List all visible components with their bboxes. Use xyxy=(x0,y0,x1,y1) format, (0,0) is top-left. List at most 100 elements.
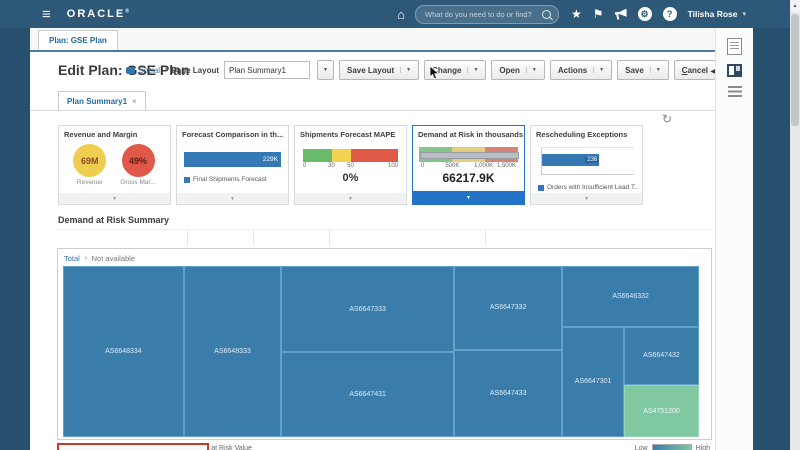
tab-plan-summary1[interactable]: Plan Summary1 × xyxy=(58,91,146,110)
left-margin-strip xyxy=(0,28,30,450)
browser-scrollbar[interactable]: ▲ xyxy=(790,0,800,450)
right-icon-rail xyxy=(715,28,753,450)
tile-rescheduling-exceptions[interactable]: Rescheduling Exceptions 236 Orders with … xyxy=(530,125,643,205)
scrollbar-thumb[interactable] xyxy=(791,14,799,126)
app-content: Plan: GSE Plan Edit Plan: GSE Plan Socia… xyxy=(30,28,716,450)
page-layout-label: * Page Layout xyxy=(165,66,219,75)
dashboard-view-icon[interactable] xyxy=(727,64,742,77)
global-search[interactable] xyxy=(415,5,559,24)
save-button[interactable]: Save ▼ xyxy=(617,60,669,80)
mape-gauge xyxy=(303,149,398,162)
treemap-node[interactable]: AS6648334 xyxy=(63,266,184,437)
tile-demand-at-risk[interactable]: Demand at Risk in thousands 0 500K 1,000… xyxy=(412,125,525,205)
page-header: Edit Plan: GSE Plan Social * Page Layout… xyxy=(30,52,716,88)
treemap-node-highlighted[interactable]: AS4751200 xyxy=(624,385,699,437)
treemap-node[interactable]: AS6647432 xyxy=(624,327,699,385)
chevron-down-icon: ▼ xyxy=(584,196,589,202)
page-layout-caret-icon[interactable]: ▼ xyxy=(317,60,334,80)
breadcrumb-total-link[interactable]: Total xyxy=(64,254,80,263)
revenue-margin-circles: 69M Revenue 49% Gross Mar... xyxy=(59,144,170,186)
bullet-ticks: 0 500K 1,000K 1,500K xyxy=(421,163,516,171)
global-header: ≡ ORACLE® ⌂ ★ ⚑ ⚙ ? Tilisha Rose ▾ xyxy=(0,0,790,28)
save-layout-button[interactable]: Save Layout ▼ xyxy=(339,60,419,80)
actions-button[interactable]: Actions ▼ xyxy=(550,60,612,80)
list-view-icon[interactable] xyxy=(728,86,742,97)
treemap-node[interactable]: AS6646332 xyxy=(562,266,699,327)
help-icon[interactable]: ? xyxy=(663,7,677,21)
forecast-bar: 229K xyxy=(184,152,281,167)
home-icon[interactable]: ⌂ xyxy=(397,7,405,22)
header-controls: Social * Page Layout Plan Summary1 ▼ Sav… xyxy=(126,52,716,88)
notifications-icon[interactable] xyxy=(615,9,627,20)
chevron-down-icon: ▼ xyxy=(466,195,471,201)
breadcrumb-current: Not available xyxy=(92,254,135,263)
page-layout-select[interactable]: Plan Summary1 xyxy=(224,61,310,79)
document-view-icon[interactable] xyxy=(727,38,742,55)
save-caret-icon[interactable]: ▼ xyxy=(650,67,661,73)
treemap: AS6648334 AS6648333 AS6647333 AS6647431 … xyxy=(63,266,699,437)
social-icon xyxy=(126,67,135,74)
tile-revenue-and-margin[interactable]: Revenue and Margin 69M Revenue 49% Gross… xyxy=(58,125,171,205)
user-menu[interactable]: Tilisha Rose xyxy=(688,9,738,19)
mape-value: 0% xyxy=(295,172,406,184)
tile-expander[interactable]: ▼ xyxy=(295,193,406,204)
demand-risk-value: 66217.9K xyxy=(413,171,524,185)
open-button[interactable]: Open ▼ xyxy=(491,60,544,80)
mape-gauge-ticks: 0 30 50 100 xyxy=(303,163,398,171)
tile-expander[interactable]: ▼ xyxy=(177,193,288,204)
color-gradient-swatch xyxy=(652,444,692,450)
summary-toolbar xyxy=(57,229,712,246)
scrollbar-up-icon[interactable]: ▲ xyxy=(790,0,800,12)
open-caret-icon[interactable]: ▼ xyxy=(526,67,537,73)
search-input[interactable] xyxy=(423,9,542,20)
treemap-node[interactable]: AS6647333 xyxy=(281,266,454,352)
legend-swatch-icon xyxy=(538,185,544,191)
chevron-down-icon: ▼ xyxy=(112,196,117,202)
revenue-circle: 69M xyxy=(73,144,106,177)
close-icon[interactable]: × xyxy=(132,97,137,106)
treemap-node[interactable]: AS6648333 xyxy=(184,266,281,437)
infotile-row: Revenue and Margin 69M Revenue 49% Gross… xyxy=(58,125,716,205)
tile-expander-selected[interactable]: ▼ xyxy=(413,191,524,204)
demand-risk-bullet-gauge xyxy=(419,147,518,162)
gross-margin-circle: 49% xyxy=(122,144,155,177)
sub-tab-strip: Plan Summary1 × xyxy=(30,90,716,111)
actions-caret-icon[interactable]: ▼ xyxy=(593,67,604,73)
treemap-node[interactable]: AS6647433 xyxy=(454,350,562,437)
change-caret-icon[interactable]: ▼ xyxy=(467,67,478,73)
required-asterisk-icon: * xyxy=(165,66,168,75)
section-title: Demand at Risk Summary xyxy=(58,215,716,225)
treemap-node[interactable]: AS6647332 xyxy=(454,266,562,350)
social-label: Social xyxy=(138,66,160,75)
main-tab-strip: Plan: GSE Plan xyxy=(30,28,716,52)
treemap-panel: Total > Not available AS6648334 AS664833… xyxy=(57,248,712,440)
treemap-node[interactable]: AS6647431 xyxy=(281,352,454,437)
settings-icon[interactable]: ⚙ xyxy=(638,7,652,21)
exceptions-chart: 236 xyxy=(541,147,634,175)
treemap-node[interactable]: AS6647301 xyxy=(562,327,624,437)
right-margin-strip xyxy=(753,28,790,450)
social-link[interactable]: Social xyxy=(126,66,160,75)
mouse-cursor xyxy=(429,66,441,85)
tile-forecast-comparison[interactable]: Forecast Comparison in th... 229K Final … xyxy=(176,125,289,205)
exceptions-legend: Orders with Insufficient Lead T... xyxy=(538,184,638,191)
legend-swatch-icon xyxy=(184,177,190,183)
app-window: Plan: GSE Plan Edit Plan: GSE Plan Socia… xyxy=(30,28,753,450)
hamburger-menu-icon[interactable]: ≡ xyxy=(42,7,51,22)
breadcrumb-separator-icon: > xyxy=(84,255,88,262)
tile-shipments-forecast-mape[interactable]: Shipments Forecast MAPE 0 30 50 100 0% xyxy=(294,125,407,205)
favorites-star-icon[interactable]: ★ xyxy=(571,8,582,20)
search-icon[interactable] xyxy=(542,10,551,19)
recording-highlight-box xyxy=(57,443,209,450)
tile-expander[interactable]: ▼ xyxy=(59,193,170,204)
tab-plan-gse-plan[interactable]: Plan: GSE Plan xyxy=(38,30,118,50)
refresh-icon[interactable]: ↻ xyxy=(662,112,672,126)
screen: ≡ ORACLE® ⌂ ★ ⚑ ⚙ ? Tilisha Rose ▾ ▲ Pla… xyxy=(0,0,800,450)
watchlist-flag-icon[interactable]: ⚑ xyxy=(593,8,604,20)
color-scale-legend: Low High xyxy=(635,444,710,450)
bullet-measure-bar xyxy=(420,152,519,159)
save-layout-caret-icon[interactable]: ▼ xyxy=(400,67,411,73)
collapse-panel-icon[interactable]: ◀ xyxy=(710,68,715,75)
tile-expander[interactable]: ▼ xyxy=(531,193,642,204)
user-menu-caret-icon[interactable]: ▾ xyxy=(742,10,746,18)
